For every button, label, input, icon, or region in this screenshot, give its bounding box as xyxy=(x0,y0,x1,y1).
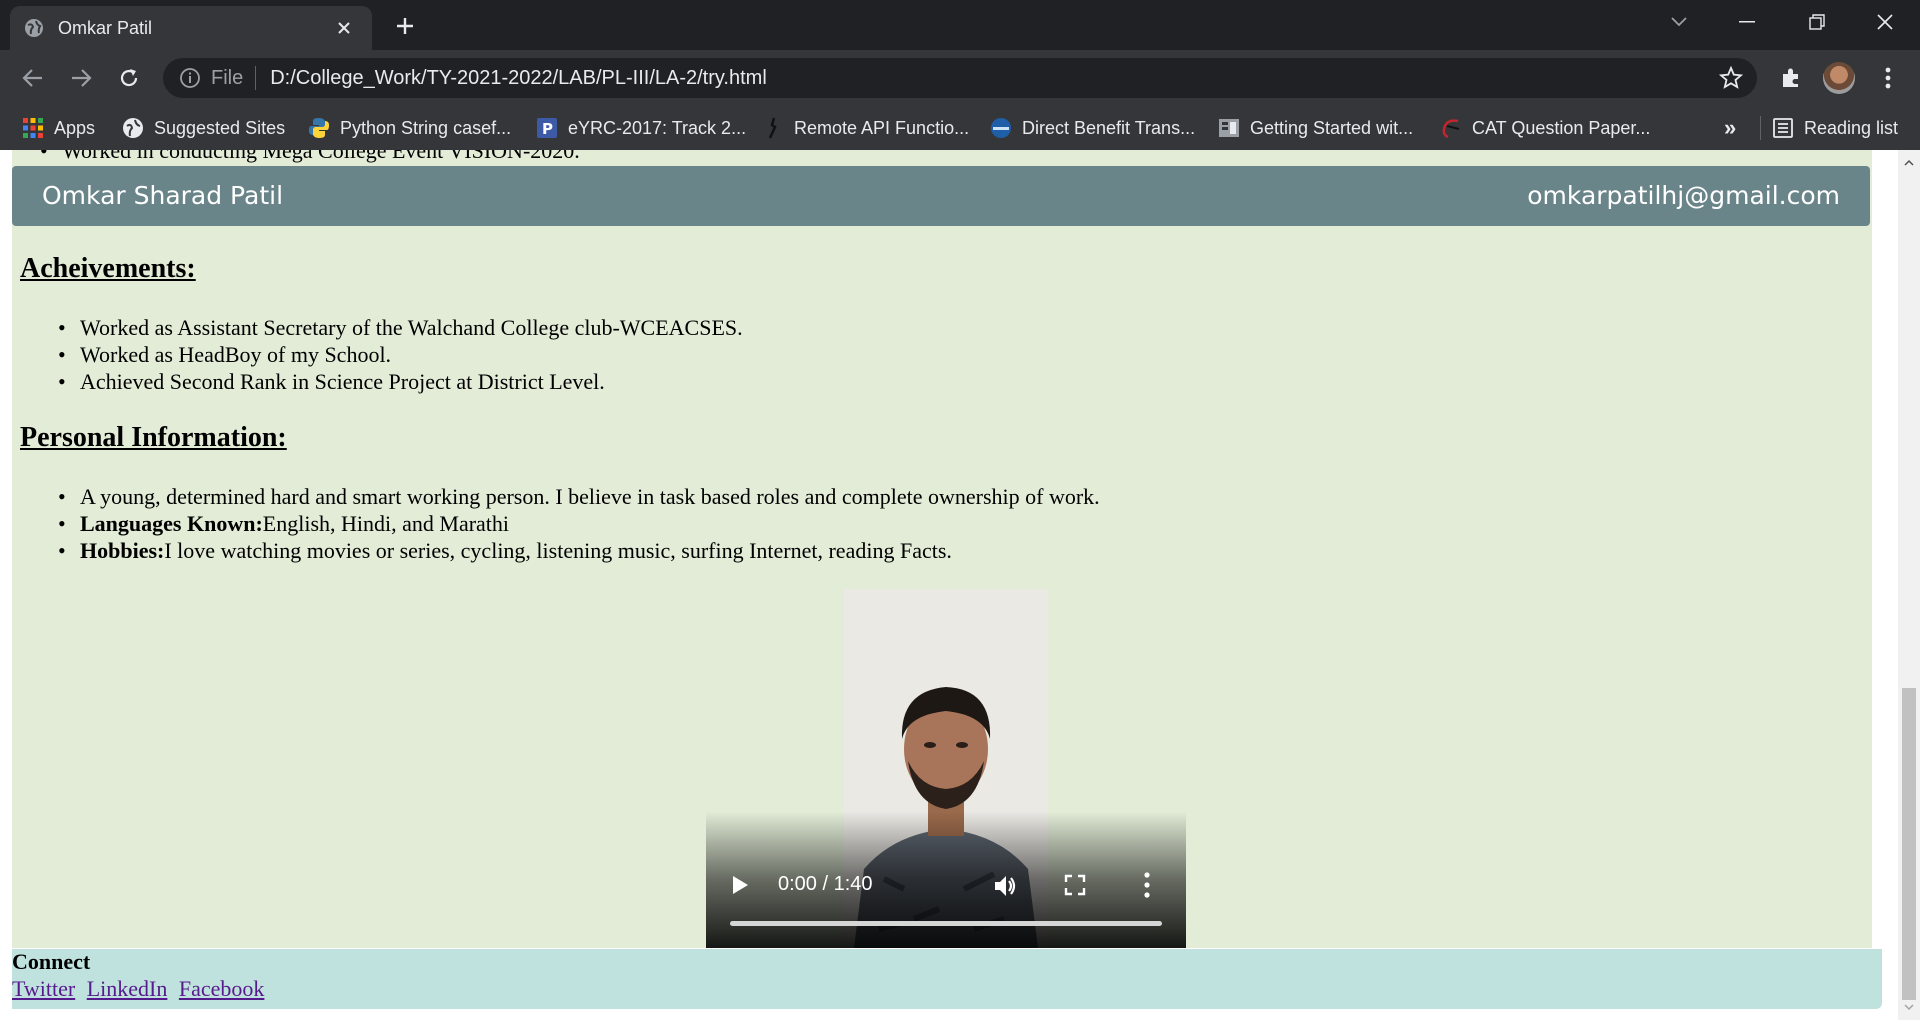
list-item-cut-off: Worked in conducting Mega College Event … xyxy=(40,150,580,164)
achievements-list: Worked as Assistant Secretary of the Wal… xyxy=(58,314,743,395)
bookmark-getting-started[interactable]: Getting Started wit... xyxy=(1218,106,1413,150)
name-bar: Omkar Sharad Patil omkarpatilhj@gmail.co… xyxy=(12,166,1870,226)
back-button[interactable] xyxy=(18,63,48,93)
vertical-scrollbar[interactable] xyxy=(1898,150,1920,1020)
bookmark-suggested-sites[interactable]: Suggested Sites xyxy=(122,106,285,150)
svg-text:P: P xyxy=(542,120,553,138)
page-viewport[interactable]: Worked in conducting Mega College Event … xyxy=(0,150,1898,1020)
tab-title: Omkar Patil xyxy=(58,17,153,38)
extensions-puzzle-icon[interactable] xyxy=(1775,62,1807,94)
connect-title: Connect xyxy=(12,949,91,974)
more-options-icon[interactable] xyxy=(1144,872,1150,898)
url-divider xyxy=(255,66,257,90)
bookmark-eyrc[interactable]: P eYRC-2017: Track 2... xyxy=(536,106,746,150)
dbt-icon xyxy=(991,118,1011,138)
play-icon[interactable] xyxy=(730,875,750,895)
fullscreen-icon[interactable] xyxy=(1064,874,1086,896)
bookmarks-overflow-button[interactable]: » xyxy=(1724,106,1736,150)
globe-icon xyxy=(25,19,43,37)
getting-started-icon xyxy=(1219,119,1239,137)
profile-avatar[interactable] xyxy=(1823,62,1855,94)
bookmark-remote-api[interactable]: Remote API Functio... xyxy=(762,106,969,150)
bookmark-label: Python String casef... xyxy=(340,117,512,138)
bookmark-label: Apps xyxy=(54,117,96,138)
intro-video-player[interactable]: 0:00 / 1:40 xyxy=(706,589,1186,948)
bookmark-label: Suggested Sites xyxy=(154,117,286,138)
person-name: Omkar Sharad Patil xyxy=(42,181,284,210)
browser-titlebar: Omkar Patil xyxy=(0,0,1920,50)
eyrc-icon: P xyxy=(537,118,557,138)
list-item: Achieved Second Rank in Science Project … xyxy=(58,368,743,395)
bookmarks-bar: Apps Suggested Sites Python String casef… xyxy=(0,106,1920,150)
apps-grid-icon xyxy=(23,118,43,138)
social-links: Twitter LinkedIn Facebook xyxy=(12,976,270,1002)
bookmark-python[interactable]: Python String casef... xyxy=(308,106,511,150)
browser-tab[interactable]: Omkar Patil xyxy=(10,6,372,50)
bookmark-cat[interactable]: CAT Question Paper... xyxy=(1440,106,1650,150)
forward-button[interactable] xyxy=(66,63,96,93)
url-text[interactable]: D:/College_Work/TY-2021-2022/LAB/PL-III/… xyxy=(270,67,1717,90)
python-icon xyxy=(309,118,329,138)
new-tab-button[interactable] xyxy=(390,11,420,41)
reload-button[interactable] xyxy=(114,63,144,93)
list-item: Languages Known:English, Hindi, and Mara… xyxy=(58,510,1100,537)
achievements-heading: Acheivements: xyxy=(20,253,196,284)
restore-button[interactable] xyxy=(1782,0,1852,44)
video-time: 0:00 / 1:40 xyxy=(778,873,873,895)
browser-toolbar: File D:/College_Work/TY-2021-2022/LAB/PL… xyxy=(0,50,1920,106)
reading-list-icon xyxy=(1773,118,1793,138)
volume-icon[interactable] xyxy=(992,873,1018,899)
bookmark-label: CAT Question Paper... xyxy=(1472,117,1651,138)
linkedin-link[interactable]: LinkedIn xyxy=(87,976,168,1001)
hobbies-value: I love watching movies or series, cyclin… xyxy=(164,538,952,563)
url-scheme: File xyxy=(211,66,244,89)
scroll-down-arrow-icon[interactable] xyxy=(1904,1002,1914,1012)
list-item: Worked as Assistant Secretary of the Wal… xyxy=(58,314,743,341)
info-icon[interactable] xyxy=(179,67,201,89)
languages-value: English, Hindi, and Marathi xyxy=(262,511,510,536)
browser-menu-icon[interactable] xyxy=(1872,62,1904,94)
person-email: omkarpatilhj@gmail.com xyxy=(1527,181,1840,210)
suggested-sites-icon xyxy=(123,118,143,138)
hobbies-label: Hobbies: xyxy=(80,538,165,563)
list-item: Hobbies:I love watching movies or series… xyxy=(58,537,1100,564)
remote-api-icon xyxy=(768,117,777,139)
close-window-button[interactable] xyxy=(1850,0,1920,44)
list-item: A young, determined hard and smart worki… xyxy=(58,483,1100,510)
list-item: Worked as HeadBoy of my School. xyxy=(58,341,743,368)
connect-footer: Connect Twitter LinkedIn Facebook xyxy=(12,949,1882,1009)
scrollbar-thumb[interactable] xyxy=(1902,688,1916,1000)
tab-search-icon[interactable] xyxy=(1644,0,1714,44)
reading-list-button[interactable]: Reading list xyxy=(1772,106,1898,150)
bookmark-label: Getting Started wit... xyxy=(1250,117,1414,138)
bookmark-dbt[interactable]: Direct Benefit Trans... xyxy=(990,106,1195,150)
personal-info-heading: Personal Information: xyxy=(20,422,287,453)
overflow-chevron-icon: » xyxy=(1724,115,1737,140)
bookmark-label: Direct Benefit Trans... xyxy=(1022,117,1196,138)
cat-icon xyxy=(1442,119,1460,139)
facebook-link[interactable]: Facebook xyxy=(179,976,265,1001)
bookmark-label: Remote API Functio... xyxy=(794,117,970,138)
avatar-image xyxy=(1823,62,1855,94)
address-bar[interactable]: File D:/College_Work/TY-2021-2022/LAB/PL… xyxy=(163,58,1757,98)
bookmark-label: eYRC-2017: Track 2... xyxy=(568,117,747,138)
video-progress-bar[interactable] xyxy=(730,921,1162,926)
minimize-button[interactable] xyxy=(1712,0,1782,44)
bookmark-star-icon[interactable] xyxy=(1717,64,1745,92)
scroll-up-arrow-icon[interactable] xyxy=(1904,158,1914,168)
reading-list-label: Reading list xyxy=(1804,117,1899,138)
twitter-link[interactable]: Twitter xyxy=(12,976,75,1001)
close-tab-icon[interactable] xyxy=(330,14,358,42)
languages-label: Languages Known: xyxy=(80,511,263,536)
personal-info-list: A young, determined hard and smart worki… xyxy=(58,483,1100,564)
bookmark-apps[interactable]: Apps xyxy=(22,106,95,150)
bookmarks-divider xyxy=(1760,116,1761,140)
